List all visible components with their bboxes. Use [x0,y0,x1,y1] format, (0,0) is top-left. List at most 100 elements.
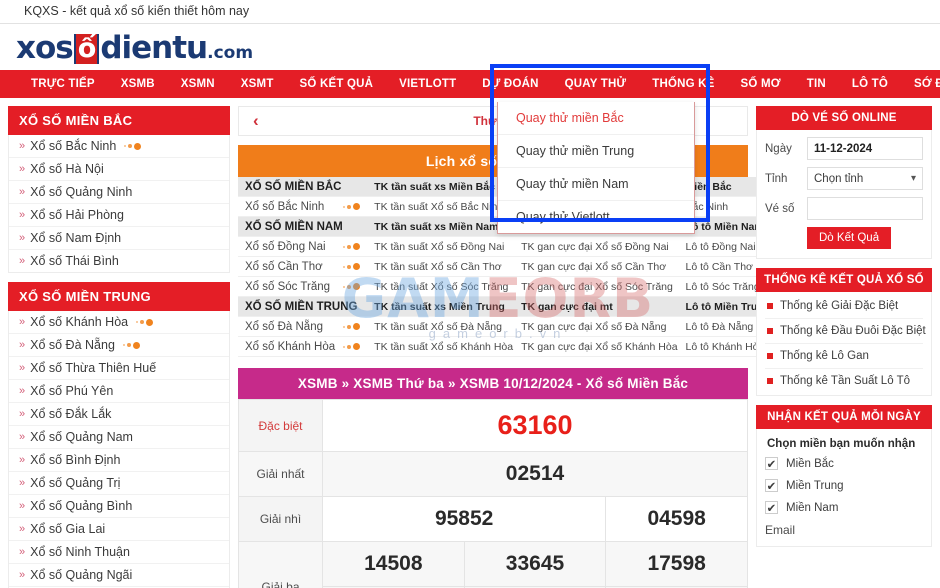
sidebar-item-quang-ngai[interactable]: » Xổ số Quảng Ngãi [9,564,229,587]
cell-province: Xổ số Bắc Ninh [238,196,371,217]
stats-item-giai-dac-biet[interactable]: Thống kê Giải Đặc Biệt [765,294,923,319]
cell-gan[interactable]: TK gan cực đại Xổ số Đồng Nai [517,236,682,257]
nav-item-truc-tiep[interactable]: TRỰC TIẾP [18,70,108,98]
nav-item-so-ket-qua[interactable]: SỐ KẾT QUẢ [287,70,387,98]
nav-item-thong-ke[interactable]: THỐNG KÊ [639,70,727,98]
sidebar-item-ha-noi[interactable]: » Xổ số Hà Nội [9,158,229,181]
table-row[interactable]: Xổ số Sóc Trăng TK tần suất Xổ số Sóc Tr… [238,276,775,297]
chevron-right-icon: » [19,454,26,466]
checkbox-checked-icon[interactable]: ✔ [765,457,778,471]
subscribe-option-mien-nam[interactable]: ✔ Miền Nam [765,501,923,515]
sidebar-item-quang-nam[interactable]: » Xổ số Quảng Nam [9,426,229,449]
chevron-right-icon: » [19,477,26,489]
sidebar-item-quang-binh[interactable]: » Xổ số Quảng Bình [9,495,229,518]
dropdown-item-quay-thu-vietlott[interactable]: Quay thử Vietlott [498,201,694,233]
prize-value: 14508 [322,541,465,587]
sidebar-item-label: Xổ số Hải Phòng [30,208,124,222]
cell-frequency[interactable]: TK tần suất xs Miền Nam [370,216,518,237]
date-input[interactable]: 11-12-2024 [807,137,923,160]
subscribe-option-mien-trung[interactable]: ✔ Miền Trung [765,479,923,493]
stats-item-dau-duoi-dac-biet[interactable]: Thống kê Đầu Đuôi Đặc Biệt [765,319,926,344]
bullet-square-icon [767,353,773,359]
dropdown-item-quay-thu-mien-bac[interactable]: Quay thử miền Bắc [498,102,694,135]
cell-gan[interactable]: TK gan cực đại Xổ số Khánh Hòa [517,336,682,357]
nav-item-vietlott[interactable]: VIETLOTT [386,70,469,98]
quay-thu-dropdown-menu: Quay thử miền Bắc Quay thử miền Trung Qu… [497,102,695,234]
date-field-row: Ngày 11-12-2024 [765,137,923,160]
sidebar-item-thua-thien-hue[interactable]: » Xổ số Thừa Thiên Huế [9,357,229,380]
sidebar-item-ninh-thuan[interactable]: » Xổ số Ninh Thuận [9,541,229,564]
chevron-right-icon: » [19,408,26,420]
cell-frequency[interactable]: TK tần suất Xổ số Cần Thơ [370,256,518,277]
table-row[interactable]: XỔ SỐ MIỀN TRUNG TK tần suất xs Miền Tru… [238,296,775,317]
lookup-submit-button[interactable]: Dò Kết Quả [807,227,892,249]
subscribe-panel-body: Chọn miền bạn muốn nhận ✔ Miền Bắc ✔ Miề… [756,429,932,547]
stats-item-tan-suat-lo-to[interactable]: Thống kê Tần Suất Lô Tô [765,369,923,393]
chevron-right-icon: » [19,569,26,581]
table-row[interactable]: Xổ số Khánh Hòa TK tần suất Xổ số Khánh … [238,336,775,357]
stats-item-lo-gan[interactable]: Thống kê Lô Gan [765,344,923,369]
dropdown-item-quay-thu-mien-nam[interactable]: Quay thử miền Nam [498,168,694,201]
cell-frequency[interactable]: TK tần suất Xổ số Bắc Ninh [370,196,518,217]
table-row: Đặc biệt 63160 [238,399,748,452]
cell-gan[interactable]: TK gan cực đại Xổ số Sóc Trăng [517,276,682,297]
cell-frequency[interactable]: TK tần suất Xổ số Đồng Nai [370,236,518,257]
nav-item-lo-to[interactable]: LÔ TÔ [839,70,901,98]
nav-item-xsmn[interactable]: XSMN [168,70,228,98]
sidebar-item-binh-dinh[interactable]: » Xổ số Bình Định [9,449,229,472]
cell-province: XỔ SỐ MIỀN BẮC [238,177,371,197]
chevron-right-icon: » [19,163,26,175]
sidebar-item-quang-tri[interactable]: » Xổ số Quảng Trị [9,472,229,495]
chevron-right-icon: » [19,339,26,351]
cell-frequency[interactable]: TK tần suất xs Miền Bắc [370,177,518,197]
checkbox-checked-icon[interactable]: ✔ [765,501,778,515]
sidebar-item-thai-binh[interactable]: » Xổ số Thái Bình [9,250,229,272]
sidebar-item-da-nang[interactable]: » Xổ số Đà Nẵng [9,334,229,357]
nav-item-xsmb[interactable]: XSMB [108,70,168,98]
date-field-label: Ngày [765,142,792,155]
cell-frequency[interactable]: TK tần suất xs Miền Trung [370,296,518,317]
province-select[interactable]: Chọn tỉnh ▾ [807,167,923,190]
nav-item-tin[interactable]: TIN [794,70,839,98]
prize-label-giai-nhi: Giải nhì [238,496,323,542]
sidebar-item-quang-ninh[interactable]: » Xổ số Quảng Ninh [9,181,229,204]
sidebar-item-gia-lai[interactable]: » Xổ số Gia Lai [9,518,229,541]
sidebar-item-label: Xổ số Thừa Thiên Huế [30,361,157,375]
cell-frequency[interactable]: TK tần suất Xổ số Sóc Trăng [370,276,518,297]
subscribe-option-mien-bac[interactable]: ✔ Miền Bắc [765,457,923,471]
table-row[interactable]: Xổ số Đồng Nai TK tần suất Xổ số Đồng Na… [238,236,775,257]
cell-frequency[interactable]: TK tần suất Xổ số Khánh Hòa [370,336,518,357]
sidebar-item-nam-dinh[interactable]: » Xổ số Nam Định [9,227,229,250]
main-navbar: TRỰC TIẾP XSMB XSMN XSMT SỐ KẾT QUẢ VIET… [0,70,940,98]
table-row[interactable]: Xổ số Cần Thơ TK tần suất Xổ số Cần Thơ … [238,256,775,277]
cell-gan[interactable]: TK gan cực đại mt [517,296,682,317]
sidebar-item-label: Xổ số Thái Bình [30,254,119,268]
sidebar-item-khanh-hoa[interactable]: » Xổ số Khánh Hòa [9,311,229,334]
live-dots-icon [136,318,154,326]
checkbox-checked-icon[interactable]: ✔ [765,479,778,493]
table-row[interactable]: Xổ số Đà Nẵng TK tần suất Xổ số Đà Nẵng … [238,316,775,337]
sidebar-item-dak-lak[interactable]: » Xổ số Đắk Lắk [9,403,229,426]
nav-item-so-dau-duoi[interactable]: SỚ ĐẦU ĐUÔI [901,70,940,98]
dropdown-item-quay-thu-mien-trung[interactable]: Quay thử miền Trung [498,135,694,168]
nav-item-xsmt[interactable]: XSMT [228,70,287,98]
live-dots-icon [343,263,361,270]
nav-item-du-doan[interactable]: DỰ ĐOÁN [469,70,551,98]
nav-item-so-mo[interactable]: SỐ MƠ [728,70,794,98]
cell-gan[interactable]: TK gan cực đại Xổ số Cần Thơ [517,256,682,277]
sidebar-item-bac-ninh[interactable]: » Xổ số Bắc Ninh [9,135,229,158]
cell-province: Xổ số Khánh Hòa [238,336,371,357]
cell-gan[interactable]: TK gan cực đại Xổ số Đà Nẵng [517,316,682,337]
result-header: XSMB » XSMB Thứ ba » XSMB 10/12/2024 - X… [238,368,748,399]
cell-frequency[interactable]: TK tần suất Xổ số Đà Nẵng [370,316,518,337]
lookup-panel-title: DÒ VÉ SỐ ONLINE [756,106,932,130]
sidebar-list-mien-bac: » Xổ số Bắc Ninh » Xổ số Hà Nội » Xổ số … [8,135,230,273]
subscribe-subtitle: Chọn miền bạn muốn nhận [767,438,916,450]
nav-item-quay-thu[interactable]: QUAY THỬ [551,70,640,98]
site-logo[interactable]: xos ố dientu.com [16,28,940,73]
sidebar-item-phu-yen[interactable]: » Xổ số Phú Yên [9,380,229,403]
prize-label-giai-nhat: Giải nhất [238,451,323,497]
ticket-input[interactable] [807,197,923,220]
sidebar-item-hai-phong[interactable]: » Xổ số Hải Phòng [9,204,229,227]
